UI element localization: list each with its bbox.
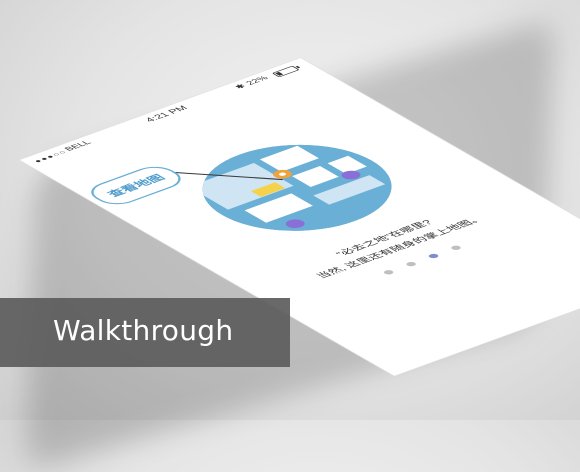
page-dot[interactable] [449, 244, 463, 251]
page-dot[interactable] [404, 261, 418, 268]
callout-pointer [168, 171, 283, 181]
page-dot[interactable] [426, 252, 441, 259]
page-dot[interactable] [382, 269, 396, 276]
walkthrough-banner: Walkthrough [0, 298, 290, 367]
banner-title: Walkthrough [53, 314, 234, 347]
stage: ●●●○○ BELL 4:21 PM ✱ 22% 查看地图 “必去之地”在哪里?… [0, 0, 580, 472]
